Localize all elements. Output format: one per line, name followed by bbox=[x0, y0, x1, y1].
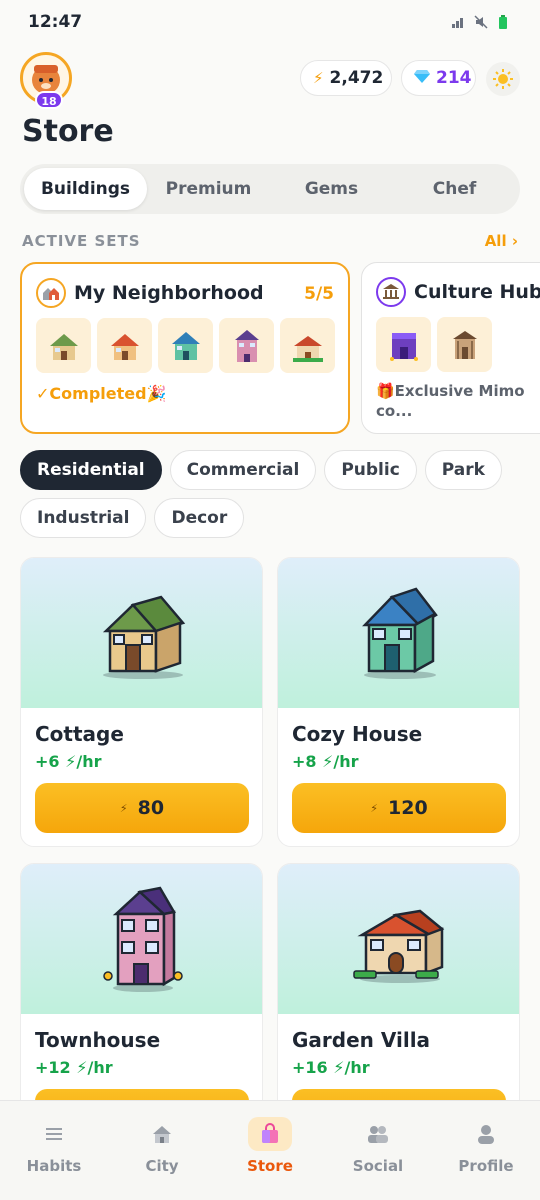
set-header: Culture Hub bbox=[376, 277, 540, 307]
top-bar: 18 ⚡ 2,472 214 bbox=[20, 52, 520, 109]
price-value: 120 bbox=[388, 797, 428, 819]
bottom-nav: Habits City Store Social Profile bbox=[0, 1100, 540, 1200]
house-green-thumb bbox=[36, 318, 91, 373]
garden-villa-image bbox=[278, 864, 519, 1014]
nav-profile[interactable]: Profile bbox=[432, 1101, 540, 1200]
set-thumbnails bbox=[36, 318, 335, 373]
townhouse-image bbox=[21, 864, 262, 1014]
chip-decor[interactable]: Decor bbox=[154, 498, 245, 538]
product-name: Townhouse bbox=[35, 1028, 161, 1052]
house-red-thumb bbox=[97, 318, 152, 373]
tab-premium[interactable]: Premium bbox=[147, 168, 270, 210]
chip-industrial[interactable]: Industrial bbox=[20, 498, 147, 538]
shopping-bag-icon bbox=[248, 1117, 292, 1151]
theater-thumb bbox=[376, 317, 431, 372]
nav-social[interactable]: Social bbox=[324, 1101, 432, 1200]
set-title: My Neighborhood bbox=[74, 282, 264, 304]
bolt-icon: ⚡ bbox=[313, 69, 324, 87]
buy-button[interactable]: ⚡ 80 bbox=[35, 783, 249, 833]
cozy-house-image bbox=[278, 558, 519, 708]
level-badge: 18 bbox=[35, 91, 63, 109]
battery-icon bbox=[496, 15, 510, 29]
view-all-link[interactable]: All › bbox=[485, 232, 518, 250]
people-icon bbox=[356, 1117, 400, 1151]
set-thumbnails bbox=[376, 317, 492, 372]
status-bar: 12:47 bbox=[0, 0, 540, 44]
theme-toggle-button[interactable] bbox=[486, 62, 520, 96]
product-card-cottage[interactable]: Cottage +6 ⚡/hr ⚡ 80 bbox=[20, 557, 263, 847]
product-rate: +12 ⚡/hr bbox=[35, 1058, 113, 1077]
category-filters: Residential Commercial Public Park Indus… bbox=[20, 450, 520, 538]
product-rate: +8 ⚡/hr bbox=[292, 752, 359, 771]
nav-label: Store bbox=[247, 1157, 293, 1175]
set-card-my-neighborhood[interactable]: My Neighborhood 5/5 ✓Completed🎉 bbox=[20, 262, 350, 434]
active-sets-header: ACTIVE SETS All › bbox=[22, 232, 518, 250]
townhouse-purple-thumb bbox=[219, 318, 274, 373]
nav-label: City bbox=[145, 1157, 179, 1175]
villa-thumb bbox=[280, 318, 335, 373]
product-name: Cozy House bbox=[292, 722, 423, 746]
signal-icon bbox=[452, 15, 466, 29]
set-status: 🎁Exclusive Mimo co... bbox=[376, 382, 525, 420]
set-card-culture-hub[interactable]: Culture Hub 🎁Exclusive Mimo co... bbox=[361, 262, 540, 434]
tab-gems[interactable]: Gems bbox=[270, 168, 393, 210]
tab-chef[interactable]: Chef bbox=[393, 168, 516, 210]
active-sets-label: ACTIVE SETS bbox=[22, 232, 141, 250]
set-status: ✓Completed🎉 bbox=[36, 384, 167, 403]
bolt-icon: ⚡ bbox=[370, 801, 379, 815]
nav-label: Profile bbox=[458, 1157, 514, 1175]
gem-icon bbox=[414, 68, 430, 88]
buy-button[interactable]: ⚡ 120 bbox=[292, 783, 506, 833]
nav-store[interactable]: Store bbox=[216, 1101, 324, 1200]
status-time: 12:47 bbox=[28, 12, 83, 32]
cottage-image bbox=[21, 558, 262, 708]
list-icon bbox=[32, 1117, 76, 1151]
sun-icon bbox=[493, 69, 513, 89]
gallery-thumb bbox=[437, 317, 492, 372]
page-title: Store bbox=[22, 114, 114, 149]
set-title: Culture Hub bbox=[414, 281, 540, 303]
nav-label: Social bbox=[352, 1157, 404, 1175]
product-name: Cottage bbox=[35, 722, 124, 746]
chip-residential[interactable]: Residential bbox=[20, 450, 162, 490]
price-value: 80 bbox=[137, 797, 165, 819]
product-card-cozy-house[interactable]: Cozy House +8 ⚡/hr ⚡ 120 bbox=[277, 557, 520, 847]
product-rate: +16 ⚡/hr bbox=[292, 1058, 370, 1077]
status-icons bbox=[452, 15, 510, 29]
avatar[interactable]: 18 bbox=[20, 52, 72, 109]
mute-icon bbox=[474, 15, 488, 29]
tab-buildings[interactable]: Buildings bbox=[24, 168, 147, 210]
neighborhood-icon bbox=[36, 278, 66, 308]
gem-value: 214 bbox=[436, 68, 472, 88]
person-icon bbox=[464, 1117, 508, 1151]
house-teal-thumb bbox=[158, 318, 213, 373]
store-tabs: Buildings Premium Gems Chef bbox=[20, 164, 520, 214]
energy-value: 2,472 bbox=[329, 68, 384, 88]
set-progress: 5/5 bbox=[304, 284, 334, 304]
chip-park[interactable]: Park bbox=[424, 450, 502, 490]
museum-icon bbox=[376, 277, 406, 307]
bolt-icon: ⚡ bbox=[119, 801, 128, 815]
nav-label: Habits bbox=[26, 1157, 82, 1175]
house-icon bbox=[140, 1117, 184, 1151]
nav-city[interactable]: City bbox=[108, 1101, 216, 1200]
product-name: Garden Villa bbox=[292, 1028, 431, 1052]
chip-public[interactable]: Public bbox=[324, 450, 417, 490]
nav-habits[interactable]: Habits bbox=[0, 1101, 108, 1200]
product-rate: +6 ⚡/hr bbox=[35, 752, 102, 771]
gem-balance[interactable]: 214 bbox=[401, 60, 476, 96]
energy-balance[interactable]: ⚡ 2,472 bbox=[300, 60, 392, 96]
chip-commercial[interactable]: Commercial bbox=[169, 450, 317, 490]
set-header: My Neighborhood bbox=[36, 278, 264, 308]
